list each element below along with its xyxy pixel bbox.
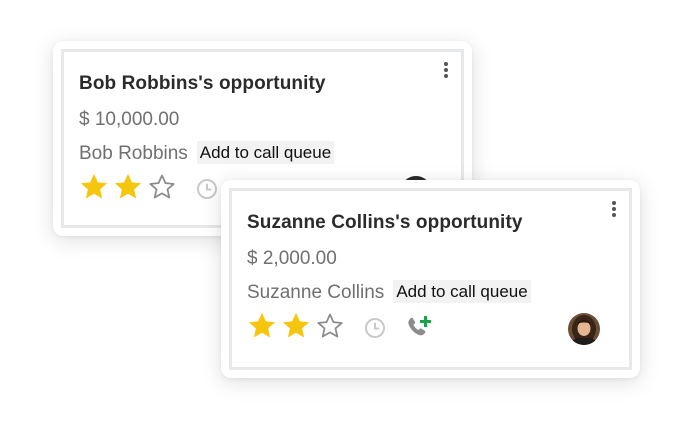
contact-name: Suzanne Collins xyxy=(247,282,385,303)
expected-revenue: $ 10,000.00 xyxy=(79,109,180,130)
contact-name: Bob Robbins xyxy=(79,143,188,164)
avatar[interactable] xyxy=(568,313,600,345)
star-filled-icon[interactable] xyxy=(280,310,312,342)
card-title[interactable]: Bob Robbins's opportunity xyxy=(79,73,326,95)
add-to-call-queue-button[interactable]: Add to call queue xyxy=(196,141,335,164)
more-vertical-icon[interactable] xyxy=(608,201,620,225)
card-body: Suzanne Collins's opportunity $ 2,000.00… xyxy=(229,188,632,370)
expected-revenue: $ 2,000.00 xyxy=(247,248,337,269)
contact-row: Bob Robbins Add to call queue xyxy=(79,141,335,165)
star-empty-icon[interactable] xyxy=(146,171,178,203)
contact-row: Suzanne Collins Add to call queue xyxy=(247,280,531,304)
avatar-photo xyxy=(568,313,600,345)
star-filled-icon[interactable] xyxy=(112,171,144,203)
priority-stars[interactable] xyxy=(246,310,346,342)
card-title[interactable]: Suzanne Collins's opportunity xyxy=(247,212,523,234)
opportunity-card[interactable]: Suzanne Collins's opportunity $ 2,000.00… xyxy=(221,180,640,378)
priority-stars[interactable] xyxy=(78,171,178,203)
more-vertical-icon[interactable] xyxy=(440,62,452,86)
clock-icon[interactable] xyxy=(364,317,386,339)
phone-plus-icon[interactable] xyxy=(405,313,435,341)
add-to-call-queue-button[interactable]: Add to call queue xyxy=(393,280,531,303)
clock-icon[interactable] xyxy=(196,178,218,200)
star-filled-icon[interactable] xyxy=(246,310,278,342)
star-empty-icon[interactable] xyxy=(314,310,346,342)
star-filled-icon[interactable] xyxy=(78,171,110,203)
